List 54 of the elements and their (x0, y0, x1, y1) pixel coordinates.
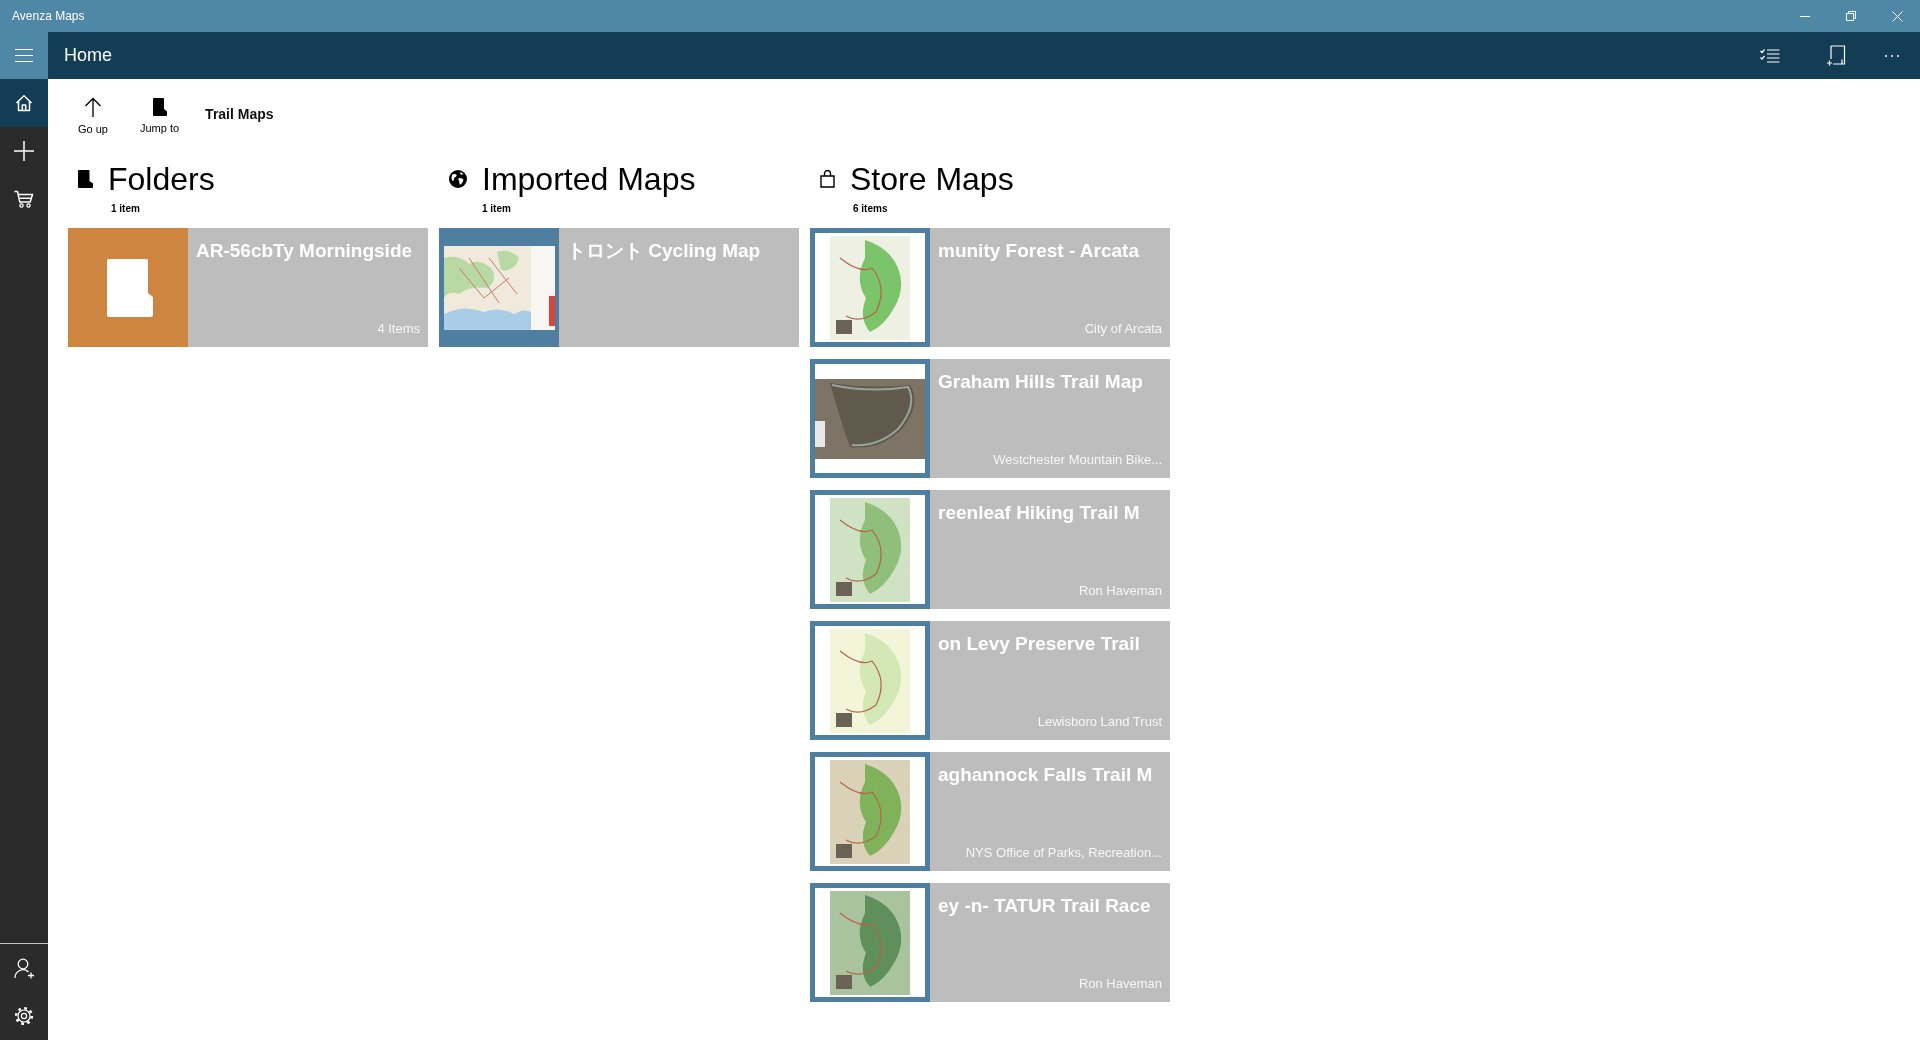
home-icon (15, 94, 33, 112)
more-icon (1885, 54, 1899, 57)
tile-title: munity Forest - Arcata (938, 239, 1140, 263)
page-title: Home (63, 45, 112, 66)
map-tile[interactable]: reenleaf Hiking Trail M Ron Haveman (810, 490, 1170, 609)
jump-to-button[interactable]: Jump to (133, 96, 186, 137)
folder-icon (152, 98, 167, 116)
restore-icon (1846, 11, 1856, 21)
close-icon (1891, 10, 1903, 22)
go-up-button[interactable]: Go up (72, 95, 114, 138)
tile-title: AR-56cbTy Morningside (196, 239, 414, 263)
tile-subtitle: 4 Items (376, 320, 420, 337)
location-label: Trail Maps (205, 105, 274, 122)
tile-subtitle: Ron Haveman (1077, 975, 1162, 992)
minimize-icon (1800, 15, 1810, 17)
map-tile[interactable]: on Levy Preserve Trail Lewisboro Land Trust (810, 621, 1170, 740)
tile-subtitle: City of Arcata (1083, 320, 1162, 337)
tile-title: on Levy Preserve Trail (938, 632, 1141, 656)
item-count: 1 item (481, 202, 512, 216)
folder-tile[interactable]: AR-56cbTy Morningside 4 Items (68, 228, 428, 347)
tile-title: Graham Hills Trail Map (938, 370, 1144, 394)
map-tile[interactable]: ey -n- TATUR Trail Race Ron Haveman (810, 883, 1170, 1002)
tile-title: トロント Cycling Map (567, 239, 762, 263)
folder-icon (78, 170, 93, 188)
tile-subtitle: Westchester Mountain Bike... (992, 451, 1162, 468)
tile-title: aghannock Falls Trail M (938, 763, 1154, 787)
globe-icon (449, 170, 467, 188)
tile-title: reenleaf Hiking Trail M (938, 501, 1141, 525)
section-title: Folders (108, 160, 215, 198)
map-tile[interactable]: トロント Cycling Map (439, 228, 799, 347)
tile-subtitle: Lewisboro Land Trust (1036, 713, 1162, 730)
tablet-add-icon (1826, 45, 1846, 66)
item-count: 6 items (852, 202, 889, 216)
tile-subtitle: Ron Haveman (1077, 582, 1162, 599)
section-title: Store Maps (850, 160, 1014, 198)
plus-icon (14, 141, 34, 161)
folder-icon (68, 228, 188, 347)
settings-icon (14, 1006, 34, 1026)
home-button[interactable] (0, 79, 48, 127)
window-title: Avenza Maps (11, 9, 85, 23)
menu-button[interactable] (0, 32, 48, 79)
map-tile[interactable]: munity Forest - Arcata City of Arcata (810, 228, 1170, 347)
tile-title: ey -n- TATUR Trail Race (938, 894, 1152, 918)
up-arrow-icon (83, 97, 103, 117)
map-tile[interactable]: aghannock Falls Trail M NYS Office of Parks, Recreation... (810, 752, 1170, 871)
cart-icon (14, 190, 34, 208)
item-count: 1 item (110, 202, 141, 216)
map-tile[interactable]: Graham Hills Trail Map Westchester Mountain Bike... (810, 359, 1170, 478)
checklist-icon (1760, 47, 1780, 64)
menu-icon (15, 49, 33, 62)
tile-subtitle: NYS Office of Parks, Recreation... (964, 844, 1162, 861)
person-add-icon (13, 957, 35, 979)
shopping-bag-icon (820, 170, 835, 188)
section-title: Imported Maps (482, 160, 696, 198)
